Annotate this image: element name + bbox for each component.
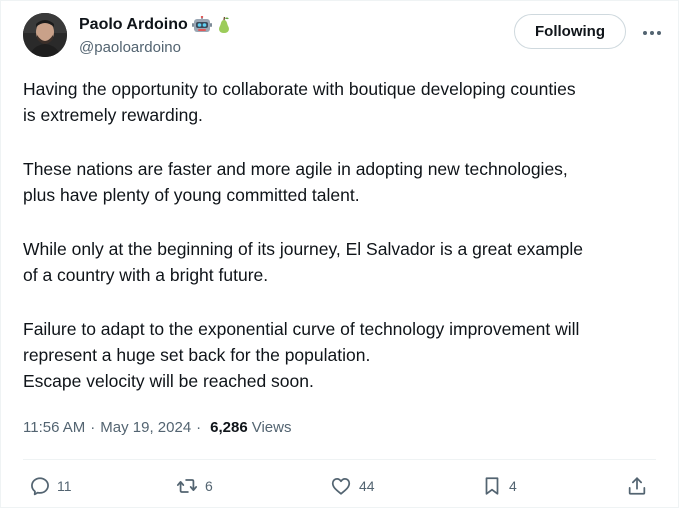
reply-icon xyxy=(31,477,49,496)
text-line: These nations are faster and more agile … xyxy=(23,159,568,179)
tweet-metadata: 11:56 AM · May 19, 2024 · 6,286 Views xyxy=(23,419,291,436)
text-line: represent a huge set back for the popula… xyxy=(23,345,371,365)
text-line: is extremely rewarding. xyxy=(23,105,203,125)
views-label: Views xyxy=(251,419,292,436)
text-line: plus have plenty of young committed tale… xyxy=(23,185,360,205)
tweet-paragraph: Having the opportunity to collaborate wi… xyxy=(23,76,663,128)
meta-separator: · xyxy=(196,419,202,436)
text-line: of a country with a bright future. xyxy=(23,265,269,285)
tweet-header: Paolo Ardoino @paoloardoino Following xyxy=(23,13,664,61)
reply-count: 11 xyxy=(57,478,72,494)
tweet-card: Paolo Ardoino @paoloardoino Following Ha… xyxy=(0,0,679,508)
like-count: 44 xyxy=(359,478,375,494)
share-icon xyxy=(628,477,646,495)
following-button[interactable]: Following xyxy=(514,14,626,49)
tweet-paragraph: These nations are faster and more agile … xyxy=(23,156,663,208)
avatar-image xyxy=(23,13,67,57)
more-options-button[interactable] xyxy=(640,21,664,45)
bookmark-icon xyxy=(485,477,499,495)
user-handle[interactable]: @paoloardoino xyxy=(79,39,181,56)
tweet-text: Having the opportunity to collaborate wi… xyxy=(23,76,663,394)
bookmark-count: 4 xyxy=(509,478,517,494)
bookmark-button[interactable]: 4 xyxy=(481,471,517,501)
repost-button[interactable]: 6 xyxy=(175,471,213,501)
reply-button[interactable]: 11 xyxy=(29,471,72,501)
display-name[interactable]: Paolo Ardoino xyxy=(79,16,188,34)
heart-icon xyxy=(331,477,351,495)
name-row: Paolo Ardoino xyxy=(79,15,232,35)
text-line: Failure to adapt to the exponential curv… xyxy=(23,319,580,339)
pear-emoji-icon xyxy=(216,16,232,34)
tweet-paragraph: Failure to adapt to the exponential curv… xyxy=(23,316,663,394)
views-count[interactable]: 6,286 xyxy=(210,419,248,436)
meta-separator: · xyxy=(90,419,96,436)
like-button[interactable]: 44 xyxy=(329,471,375,501)
repost-icon xyxy=(176,479,198,493)
tweet-time[interactable]: 11:56 AM xyxy=(23,419,85,436)
action-bar: 11 6 44 4 xyxy=(23,471,656,501)
share-button[interactable] xyxy=(626,471,648,501)
text-line: Escape velocity will be reached soon. xyxy=(23,371,314,391)
repost-count: 6 xyxy=(205,478,213,494)
text-line: Having the opportunity to collaborate wi… xyxy=(23,79,576,99)
divider xyxy=(23,459,656,460)
more-dots-icon xyxy=(643,31,661,35)
tweet-paragraph: While only at the beginning of its journ… xyxy=(23,236,663,288)
robot-emoji-icon xyxy=(191,16,212,34)
text-line: While only at the beginning of its journ… xyxy=(23,239,583,259)
tweet-date[interactable]: May 19, 2024 xyxy=(100,419,191,436)
avatar[interactable] xyxy=(23,13,67,57)
